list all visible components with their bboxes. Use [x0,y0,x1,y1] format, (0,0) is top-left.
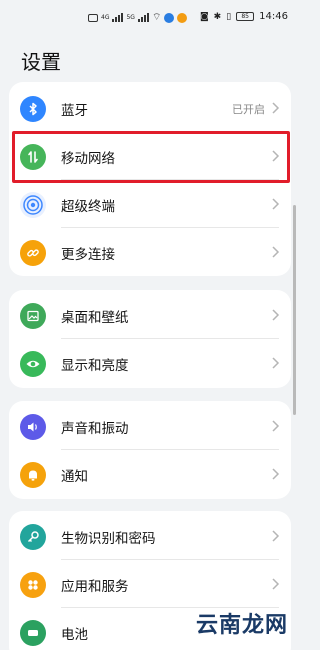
status-left: 4G 5G ⌔ [88,11,188,24]
sim1-label: 4G [101,14,110,21]
bluetooth-icon [20,96,46,122]
highlight-box [12,131,290,183]
settings-screen: 4G 5G ⌔ ◙ ✱ ▯ 85 14:46 设置 蓝牙 已开启 移动网络 超级… [0,0,300,650]
settings-item-label: 显示和亮度 [61,358,129,374]
battery-status-icon: 85 [236,12,255,21]
settings-item-label: 通知 [61,469,88,485]
status-right: ◙ ✱ ▯ 85 14:46 [200,11,288,22]
signal-1-icon [112,13,124,22]
battery-icon [20,620,46,646]
app-notification-icon [164,12,175,23]
display-card: 桌面和壁纸 显示和亮度 [9,290,291,388]
bluetooth-status-value: 已开启 [232,103,265,116]
eye-icon [20,351,46,377]
wallpaper-icon [20,303,46,329]
chevron-right-icon [272,246,280,258]
nfc-icon: ◙ [199,11,209,22]
super-device-icon [20,192,46,218]
scrollbar[interactable] [293,205,296,415]
settings-item-wallpaper[interactable]: 桌面和壁纸 [9,291,291,339]
settings-item-label: 超级终端 [61,199,115,215]
watermark-logo: 云南龙网 [195,613,288,638]
chevron-right-icon [272,357,280,369]
settings-item-notifications[interactable]: 通知 [9,450,291,498]
status-bar: 4G 5G ⌔ ◙ ✱ ▯ 85 14:46 [0,0,300,30]
chevron-right-icon [272,420,280,432]
sim2-label: 5G [126,14,135,21]
app-notification-2-icon [177,12,188,23]
settings-item-label: 应用和服务 [61,579,129,595]
link-icon [20,240,46,266]
page-title: 设置 [21,50,61,74]
bell-icon [20,462,46,488]
chevron-right-icon [272,578,280,590]
wifi-icon: ⌔ [151,12,162,23]
speaker-icon [20,414,46,440]
key-icon [20,524,46,550]
settings-item-label: 生物识别和密码 [61,531,156,547]
vibrate-icon: ▯ [226,11,232,22]
settings-item-label: 电池 [61,627,88,643]
settings-item-super-device[interactable]: 超级终端 [9,180,291,228]
settings-item-label: 声音和振动 [61,421,129,437]
settings-item-more-connections[interactable]: 更多连接 [9,228,291,276]
bluetooth-status-icon: ✱ [213,11,222,22]
settings-item-bluetooth[interactable]: 蓝牙 已开启 [9,84,291,132]
settings-item-label: 蓝牙 [61,103,88,119]
settings-item-sound[interactable]: 声音和振动 [9,402,291,450]
settings-item-display[interactable]: 显示和亮度 [9,339,291,387]
chevron-right-icon [272,102,280,114]
signal-2-icon [137,13,149,22]
settings-item-biometrics[interactable]: 生物识别和密码 [9,512,291,560]
clock: 14:46 [259,11,288,22]
apps-grid-icon [20,572,46,598]
chevron-right-icon [272,198,280,210]
chevron-right-icon [272,530,280,542]
sim-badge-icon [88,13,98,22]
chevron-right-icon [272,468,280,480]
sound-notification-card: 声音和振动 通知 [9,401,291,499]
settings-item-label: 更多连接 [61,247,115,263]
chevron-right-icon [272,309,280,321]
settings-item-apps[interactable]: 应用和服务 [9,560,291,608]
settings-item-label: 桌面和壁纸 [61,310,129,326]
